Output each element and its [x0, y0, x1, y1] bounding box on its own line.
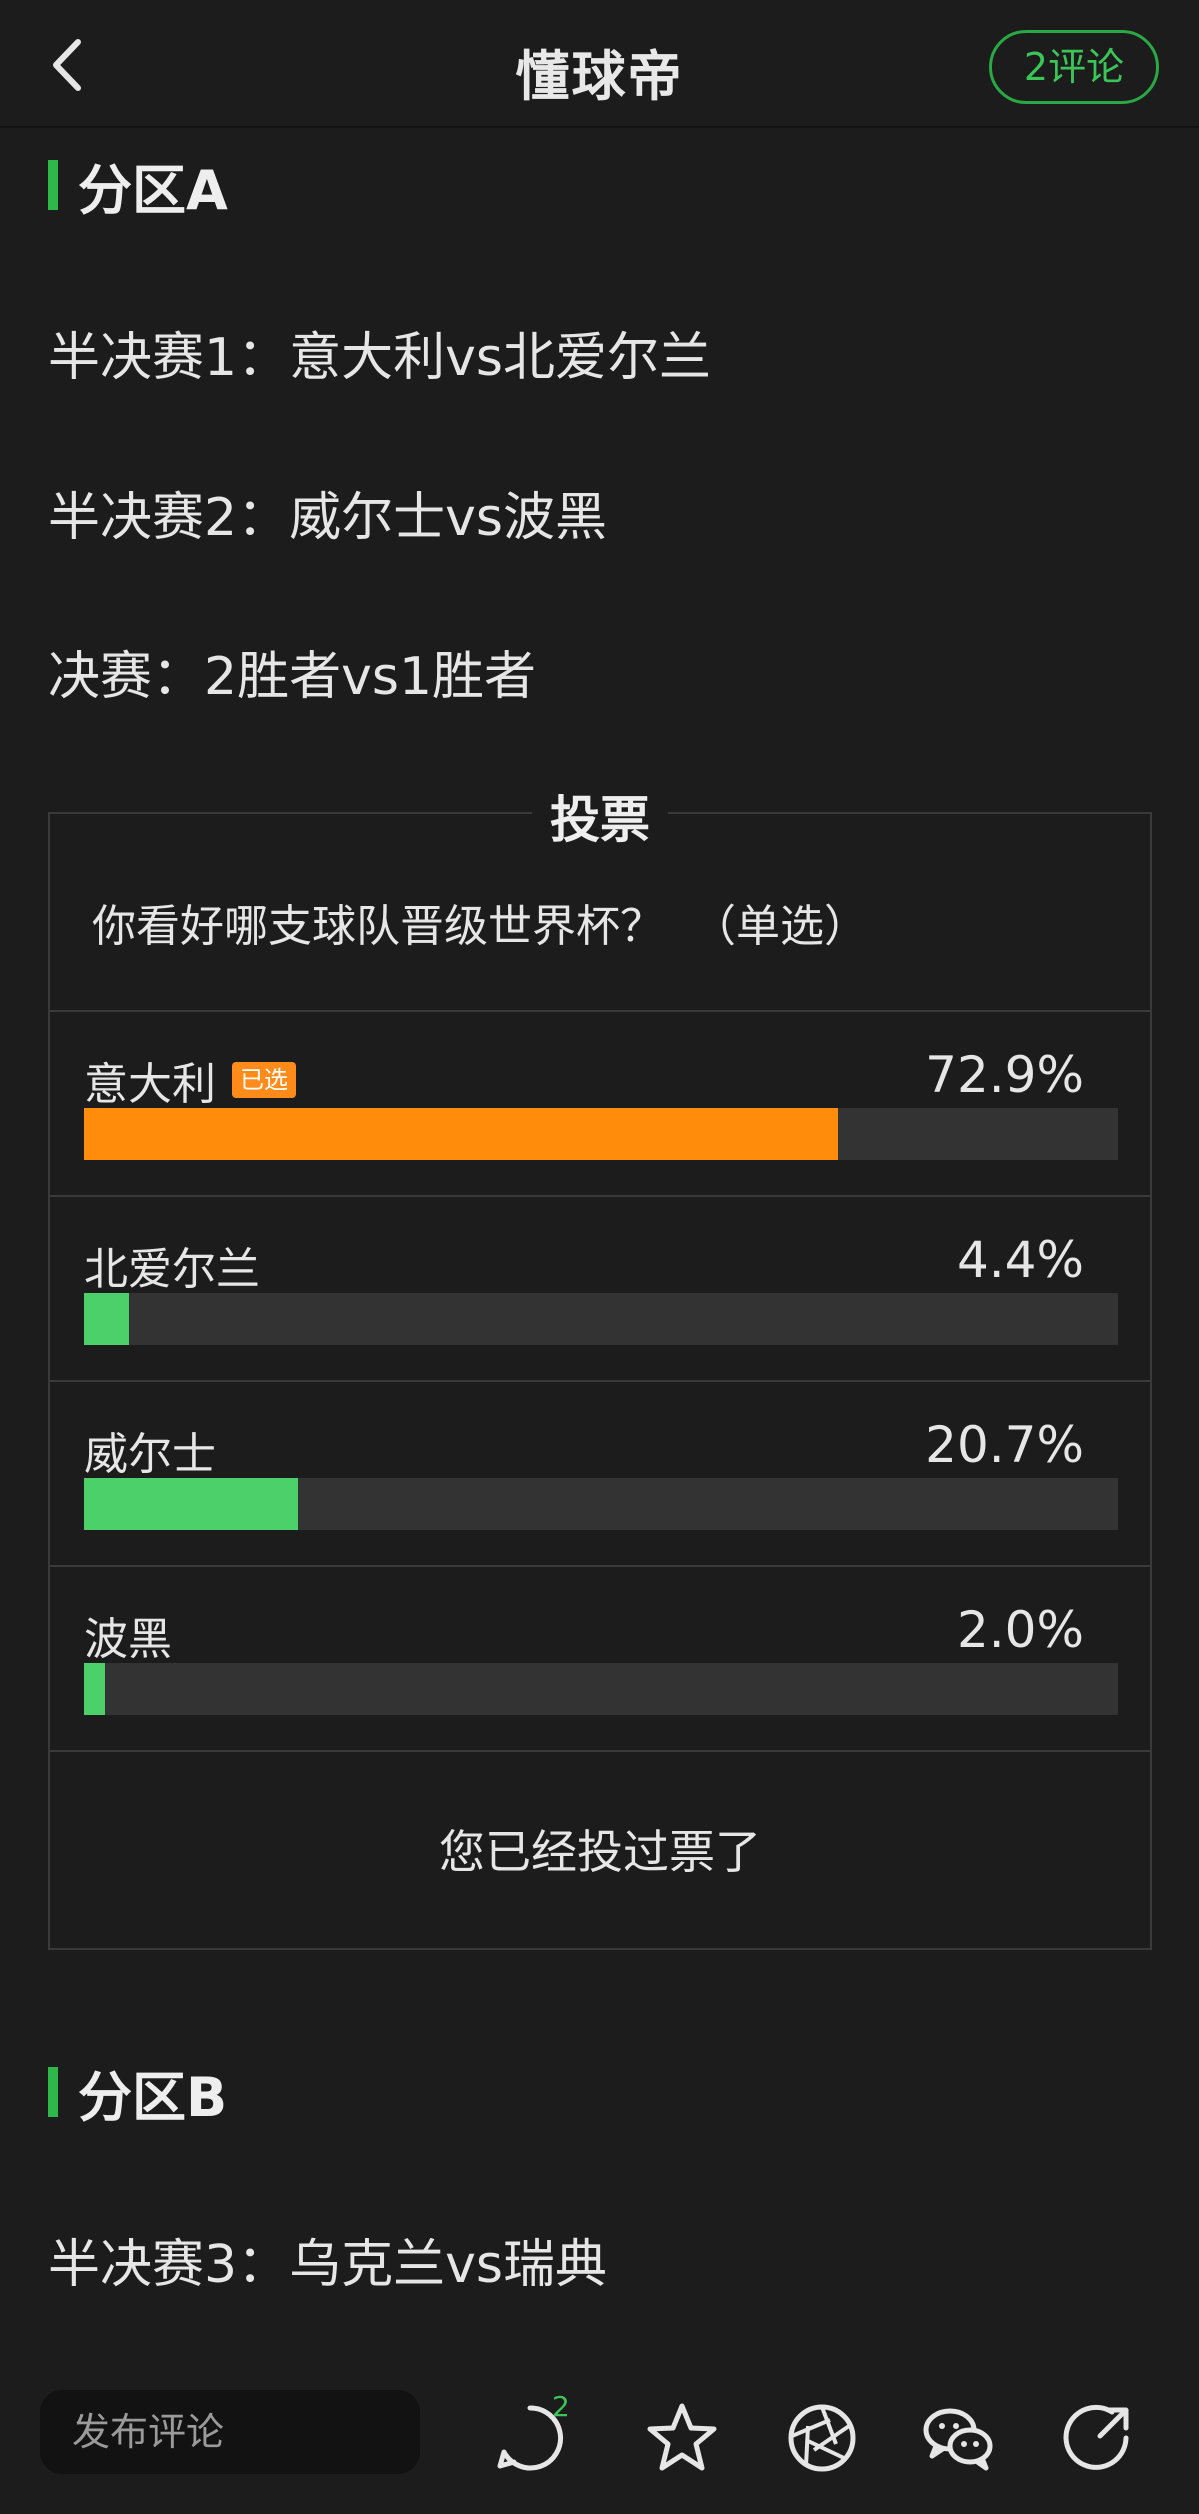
section-heading-b: 分区B [48, 2062, 227, 2129]
option-label: 波黑 [84, 1614, 172, 1665]
poll-option[interactable]: 威尔士 20.7% [50, 1380, 1150, 1565]
progress-track [84, 1663, 1118, 1715]
poll-option[interactable]: 北爱尔兰 4.4% [50, 1195, 1150, 1380]
progress-track [84, 1108, 1118, 1160]
section-title: 分区A [78, 158, 228, 222]
option-percent: 72.9% [925, 1046, 1084, 1104]
section-heading-a: 分区A [48, 155, 228, 222]
star-icon[interactable] [644, 2400, 720, 2476]
progress-fill [84, 1108, 838, 1160]
option-percent: 2.0% [956, 1601, 1084, 1659]
progress-track [84, 1293, 1118, 1345]
option-name-wrap: 威尔士 [84, 1418, 216, 1482]
comment-count: 2 [552, 2390, 570, 2423]
section-accent-bar [48, 160, 58, 210]
progress-fill [84, 1663, 105, 1715]
top-bar: 懂球帝 2评论 [0, 0, 1199, 128]
aperture-icon[interactable] [784, 2400, 860, 2476]
option-name-wrap: 意大利 已选 [84, 1048, 296, 1112]
option-label: 北爱尔兰 [84, 1244, 260, 1295]
option-label: 威尔士 [84, 1429, 216, 1480]
poll-title-wrap: 投票 [50, 780, 1150, 852]
selected-badge: 已选 [232, 1062, 296, 1098]
match-line: 半决赛2：威尔士vs波黑 [48, 488, 607, 548]
poll-box: 投票 你看好哪支球队晋级世界杯？ （单选） 意大利 已选 72.9% 北爱尔兰 … [48, 780, 1152, 1950]
wechat-icon[interactable] [920, 2400, 996, 2476]
match-line: 半决赛3：乌克兰vs瑞典 [48, 2235, 607, 2295]
section-title: 分区B [78, 2065, 228, 2129]
option-label: 意大利 [84, 1059, 216, 1110]
match-line: 半决赛1：意大利vs北爱尔兰 [48, 328, 711, 388]
poll-footer: 您已经投过票了 [50, 1750, 1150, 1948]
bottom-bar: 2 [0, 2360, 1199, 2514]
poll-option[interactable]: 波黑 2.0% [50, 1565, 1150, 1750]
poll-title: 投票 [532, 780, 668, 852]
option-name-wrap: 北爱尔兰 [84, 1233, 260, 1297]
progress-track [84, 1478, 1118, 1530]
poll-option[interactable]: 意大利 已选 72.9% [50, 1010, 1150, 1195]
option-percent: 20.7% [925, 1416, 1084, 1474]
option-name-wrap: 波黑 [84, 1603, 172, 1667]
progress-fill [84, 1293, 130, 1345]
poll-question: 你看好哪支球队晋级世界杯？ （单选） [92, 901, 868, 952]
comments-button[interactable]: 2评论 [989, 30, 1159, 104]
progress-fill [84, 1478, 299, 1530]
voted-message: 您已经投过票了 [439, 1825, 761, 1879]
comment-input[interactable] [40, 2390, 420, 2474]
share-icon[interactable] [1060, 2400, 1136, 2476]
match-line: 决赛：2胜者vs1胜者 [48, 647, 537, 707]
option-percent: 4.4% [956, 1231, 1084, 1289]
section-accent-bar [48, 2067, 58, 2117]
